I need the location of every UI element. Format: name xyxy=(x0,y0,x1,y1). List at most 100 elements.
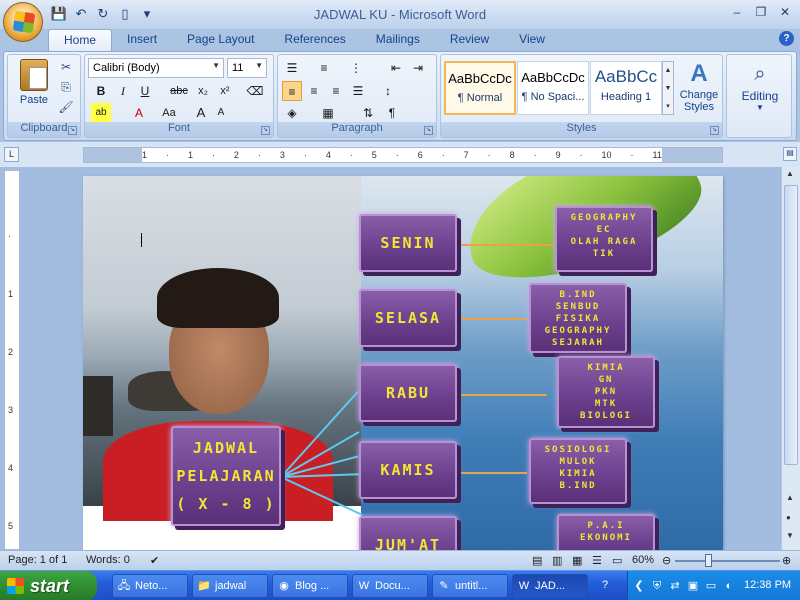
select-browse-object-icon[interactable]: ● xyxy=(786,513,791,522)
horizontal-ruler[interactable]: 1 · 1 · 2 · 3 · 4 · 5 · 6 · 7 · 8 · 9 · 10 · 11 xyxy=(83,147,723,163)
justify-icon[interactable]: ☰ xyxy=(348,81,368,101)
tray-volume-icon[interactable]: ◐ xyxy=(722,579,736,593)
paste-button[interactable]: Paste xyxy=(12,59,56,119)
scroll-up-icon[interactable]: ▲ xyxy=(786,169,794,178)
vertical-scrollbar[interactable]: ▲ ▲ ● ▼ xyxy=(781,167,800,550)
day-box-senin[interactable]: SENIN xyxy=(359,214,457,272)
align-right-icon[interactable]: ≡ xyxy=(326,81,346,101)
style-no-spacing[interactable]: AaBbCcDc ¶ No Spaci... xyxy=(517,61,589,115)
tab-home[interactable]: Home xyxy=(48,29,113,51)
help-tray-icon[interactable]: ? xyxy=(596,574,622,598)
font-name-combo[interactable]: Calibri (Body) ▼ xyxy=(88,58,224,78)
document-page[interactable]: JADWAL PELAJARAN ( X - 8 ) SENIN SELASA … xyxy=(83,176,723,550)
taskbar-item-document[interactable]: W Docu... xyxy=(352,574,428,598)
minimize-icon[interactable]: – xyxy=(726,3,748,21)
tab-page-layout[interactable]: Page Layout xyxy=(172,29,269,51)
draft-icon[interactable]: ▭ xyxy=(612,554,622,567)
tab-view[interactable]: View xyxy=(504,29,560,51)
zoom-slider[interactable] xyxy=(675,560,780,562)
outline-icon[interactable]: ☰ xyxy=(592,554,602,567)
day-box-kamis[interactable]: KAMIS xyxy=(359,441,457,499)
subjects-box-selasa[interactable]: B.IND SENBUD FISIKA GEOGRAPHY SEJARAH xyxy=(529,283,627,353)
show-hide-icon[interactable]: ¶ xyxy=(382,103,402,123)
vertical-ruler[interactable]: ·123456 xyxy=(4,170,20,550)
tab-selector[interactable]: L xyxy=(4,147,19,162)
bold-icon[interactable]: B xyxy=(91,81,111,101)
editing-button[interactable]: ⌕ Editing ▼ xyxy=(731,59,789,121)
numbering-icon[interactable]: ≡ xyxy=(314,58,334,78)
tab-insert[interactable]: Insert xyxy=(112,29,172,51)
borders-icon[interactable]: ▦ xyxy=(318,103,338,123)
grow-font-icon[interactable]: A xyxy=(191,103,211,123)
main-title-box[interactable]: JADWAL PELAJARAN ( X - 8 ) xyxy=(171,426,281,526)
style-heading-1[interactable]: AaBbCc Heading 1 xyxy=(590,61,662,115)
scroll-down-icon[interactable]: ▼ xyxy=(786,531,794,540)
scrollbar-thumb[interactable] xyxy=(784,185,798,465)
font-launcher-icon[interactable]: ↘ xyxy=(261,126,270,135)
bullets-icon[interactable]: ☰ xyxy=(282,58,302,78)
start-button[interactable]: start xyxy=(0,571,97,600)
paragraph-launcher-icon[interactable]: ↘ xyxy=(424,126,433,135)
subjects-box-kamis[interactable]: SOSIOLOGI MULOK KIMIA B.IND xyxy=(529,438,627,504)
sort-icon[interactable]: ⇅ xyxy=(358,103,378,123)
line-spacing-icon[interactable]: ↕ xyxy=(378,81,398,101)
multilevel-list-icon[interactable]: ⋮ xyxy=(346,58,366,78)
style-normal[interactable]: AaBbCcDc ¶ Normal xyxy=(444,61,516,115)
tray-expand-icon[interactable]: ❮ xyxy=(632,579,646,593)
highlight-icon[interactable]: ab xyxy=(91,103,111,123)
copy-icon[interactable]: ⎘ xyxy=(58,79,74,95)
styles-gallery-scroll[interactable]: ▲ ▼ ▾ xyxy=(662,61,674,115)
taskbar-item-neto[interactable]: 🖧 Neto... xyxy=(112,574,188,598)
font-size-combo[interactable]: 11 ▼ xyxy=(227,58,267,78)
print-layout-icon[interactable]: ▤ xyxy=(532,554,542,567)
clear-formatting-icon[interactable]: ⌫ xyxy=(245,81,265,101)
change-styles-button[interactable]: A Change Styles xyxy=(677,59,721,119)
strikethrough-icon[interactable]: abc xyxy=(169,81,189,101)
align-center-icon[interactable]: ≡ xyxy=(304,81,324,101)
shrink-font-icon[interactable]: A xyxy=(211,103,231,123)
taskbar-item-untitled[interactable]: ✎ untitl... xyxy=(432,574,508,598)
tab-mailings[interactable]: Mailings xyxy=(361,29,435,51)
tab-review[interactable]: Review xyxy=(435,29,504,51)
format-painter-icon[interactable]: 🖌 xyxy=(58,99,74,115)
word-count[interactable]: Words: 0 xyxy=(86,554,130,566)
cut-icon[interactable]: ✂ xyxy=(58,59,74,75)
taskbar-item-jadwal-ku[interactable]: W JAD... xyxy=(512,574,588,598)
underline-icon[interactable]: U xyxy=(135,81,155,101)
tray-connection-icon[interactable]: ▣ xyxy=(686,579,700,593)
align-left-icon[interactable]: ≡ xyxy=(282,81,302,101)
page-count[interactable]: Page: 1 of 1 xyxy=(8,554,67,566)
subjects-box-senin[interactable]: GEOGRAPHY EC OLAH RAGA TIK xyxy=(555,206,653,272)
tab-references[interactable]: References xyxy=(269,29,360,51)
zoom-in-icon[interactable]: ⊕ xyxy=(782,554,791,567)
styles-launcher-icon[interactable]: ↘ xyxy=(710,126,719,135)
tray-monitor-icon[interactable]: ▭ xyxy=(704,579,718,593)
help-icon[interactable]: ? xyxy=(779,31,794,46)
change-case-icon[interactable]: Aa xyxy=(159,103,179,123)
superscript-icon[interactable]: x² xyxy=(215,81,235,101)
view-ruler-icon[interactable]: ▤ xyxy=(783,147,797,161)
italic-icon[interactable]: I xyxy=(113,81,133,101)
restore-icon[interactable]: ❐ xyxy=(750,3,772,21)
proofing-icon[interactable]: ✔ xyxy=(150,554,159,567)
decrease-indent-icon[interactable]: ⇤ xyxy=(386,58,406,78)
taskbar-item-jadwal[interactable]: 📁 jadwal xyxy=(192,574,268,598)
zoom-out-icon[interactable]: ⊖ xyxy=(662,554,671,567)
full-screen-reading-icon[interactable]: ▥ xyxy=(552,554,562,567)
taskbar-item-blog[interactable]: ◉ Blog ... xyxy=(272,574,348,598)
tray-shield-icon[interactable]: ⛨ xyxy=(650,579,664,593)
increase-indent-icon[interactable]: ⇥ xyxy=(408,58,428,78)
subscript-icon[interactable]: x₂ xyxy=(193,81,213,101)
day-box-rabu[interactable]: RABU xyxy=(359,364,457,422)
zoom-level[interactable]: 60% xyxy=(632,554,654,566)
day-box-selasa[interactable]: SELASA xyxy=(359,289,457,347)
scroll-up-icon[interactable]: ▲ xyxy=(786,493,794,502)
web-layout-icon[interactable]: ▦ xyxy=(572,554,582,567)
tray-network-icon[interactable]: ⇄ xyxy=(668,579,682,593)
subjects-box-rabu[interactable]: KIMIA GN PKN MTK BIOLOGI xyxy=(557,356,655,428)
office-button[interactable] xyxy=(3,2,43,42)
font-color-icon[interactable]: A xyxy=(129,103,149,123)
day-box-jumat[interactable]: JUM'AT xyxy=(359,516,457,550)
subjects-box-jumat[interactable]: P.A.I EKONOMI xyxy=(557,514,655,550)
close-icon[interactable]: ✕ xyxy=(774,3,796,21)
